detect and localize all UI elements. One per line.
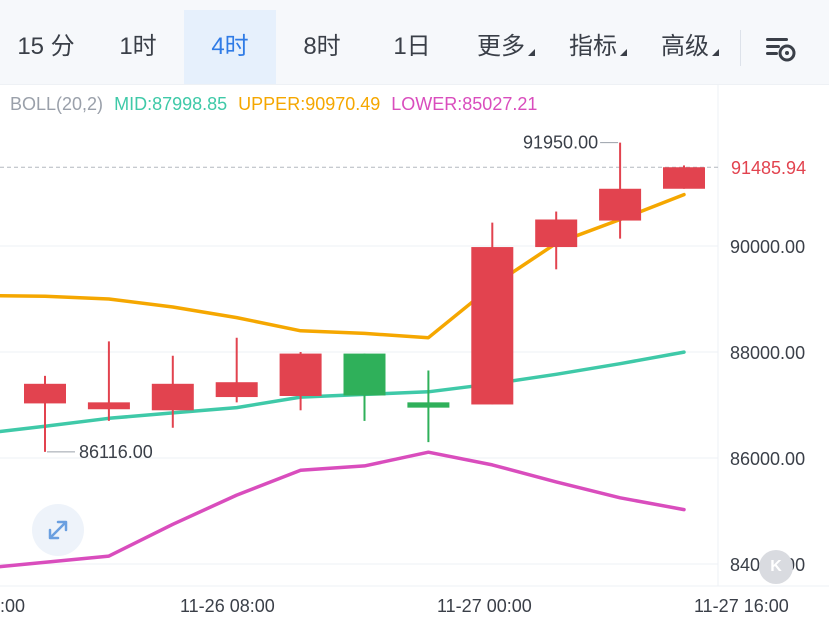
k-badge-icon[interactable]: K (759, 550, 793, 584)
tab-15min[interactable]: 15 分 (8, 10, 84, 84)
expand-arrows-icon (48, 520, 68, 540)
tab-label: 8时 (303, 33, 341, 60)
tab-more[interactable]: 更多 (466, 10, 546, 84)
candle-body (24, 383, 66, 404)
candle-body (471, 247, 514, 405)
x-tick-label: 11-27 00:00 (437, 596, 532, 616)
caret-icon (712, 49, 719, 56)
caret-icon (528, 49, 535, 56)
last-price-label: 91485.94 (731, 158, 806, 178)
candle-body (215, 382, 258, 398)
candle-body (407, 402, 450, 408)
tab-label: 高级 (661, 33, 709, 60)
candlestick-chart[interactable]: 84000.0086000.0088000.0090000.006:0011-2… (0, 84, 829, 628)
k-badge-label: K (770, 558, 782, 575)
candle-body (663, 167, 705, 189)
x-tick-label: 11-27 16:00 (694, 596, 789, 616)
boll-mid-line (0, 350, 686, 434)
min-value-label: 86116.00 (79, 442, 153, 462)
x-tick-label: 6:00 (0, 596, 25, 616)
tab-4h[interactable]: 4时 (184, 10, 276, 84)
x-tick-label: 11-26 08:00 (180, 596, 275, 616)
tab-8h[interactable]: 8时 (284, 10, 360, 84)
candle-body (151, 383, 194, 411)
y-tick-label: 86000.00 (730, 449, 805, 469)
tab-advanced[interactable]: 高级 (650, 10, 730, 84)
tab-1h[interactable]: 1时 (100, 10, 176, 84)
chart-settings-icon[interactable] (760, 28, 800, 68)
candle-body (87, 402, 130, 410)
expand-chart-button[interactable] (32, 504, 84, 556)
tab-indicators[interactable]: 指标 (558, 10, 638, 84)
caret-icon (620, 49, 627, 56)
candle-body (279, 353, 322, 396)
boll-lower-line (0, 450, 686, 569)
tab-label: 15 分 (17, 33, 75, 60)
max-value-label: 91950.00 (523, 133, 598, 153)
timeframe-tab-bar: 15 分 1时 4时 8时 1日 更多 指标 高级 (0, 0, 829, 85)
tab-label: 1时 (119, 33, 157, 60)
candle-body (535, 219, 578, 248)
boll-upper-line (0, 192, 686, 340)
candle-body (343, 353, 386, 396)
candle-body (599, 188, 642, 221)
tab-label: 更多 (477, 33, 525, 60)
tab-divider (740, 30, 741, 66)
tab-1d[interactable]: 1日 (374, 10, 450, 84)
tab-label: 4时 (211, 33, 249, 60)
tab-label: 1日 (393, 33, 431, 60)
y-tick-label: 90000.00 (730, 237, 805, 257)
tab-label: 指标 (569, 33, 617, 60)
y-tick-label: 88000.00 (730, 343, 805, 363)
